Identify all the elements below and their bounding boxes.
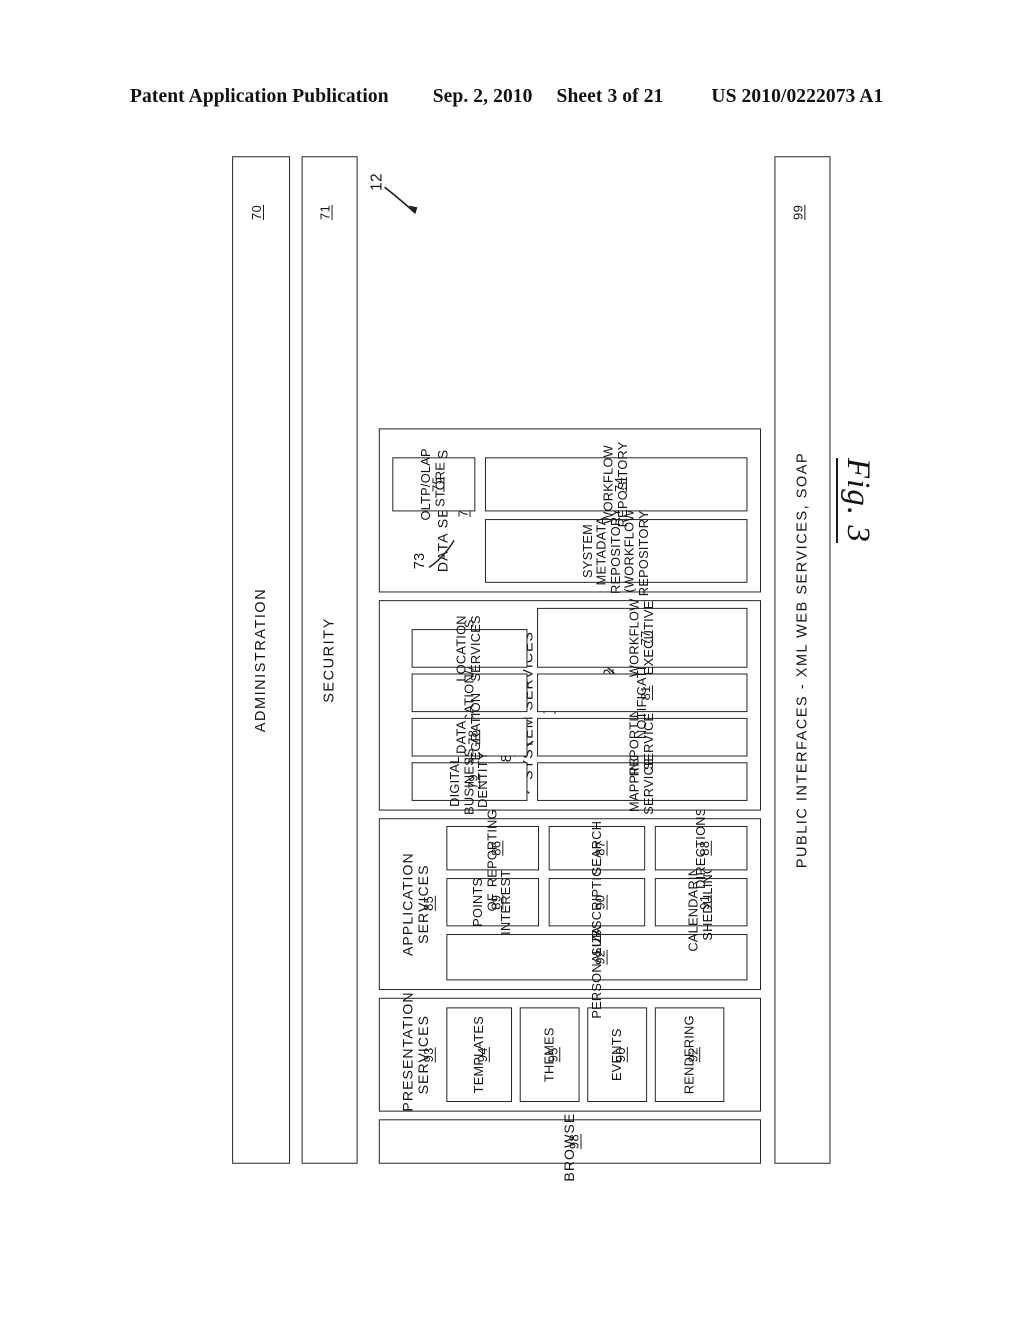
calendaring-scheduling-ref: 91 (696, 894, 712, 910)
figure-caption-underline (836, 458, 838, 543)
figure-caption-text: Fig. 3 (840, 458, 876, 543)
events-ref: 96 (612, 1047, 628, 1063)
directions-ref: 88 (696, 840, 712, 856)
public-interfaces-label-wrap: PUBLIC INTERFACES - XML WEB SERVICES, SO… (774, 156, 830, 1163)
system-reference-arrow (384, 186, 418, 214)
reporting-label-wrap: REPORTING 86 (446, 809, 539, 887)
figure-caption-wrap: Fig. 3 (746, 458, 936, 543)
search-label-wrap: SEARCH 87 (549, 821, 646, 876)
workflow-repository-label-wrap: WORKFLOW REPOSITORY 74 (485, 441, 747, 527)
subscriptions-label-wrap: SUBSCRIPTIONS 90 (549, 848, 646, 956)
rendering-label-wrap: RENDERING 92 (655, 1007, 724, 1102)
rendering-ref: 92 (685, 1047, 700, 1063)
points-of-interest-ref: 89 (488, 894, 503, 910)
administration-ref: 70 (249, 204, 264, 220)
security-label: SECURITY (320, 617, 338, 703)
events-label-wrap: EVENTS 96 (587, 1007, 647, 1102)
figure-3: ADMINISTRATION 70 SECURITY 71 12 BROWSER… (0, 0, 1024, 1320)
notification-label-wrap: NOTIFICATION 81 (537, 647, 747, 739)
security-label-wrap: SECURITY (302, 156, 358, 1163)
workflow-repository-ref: 74 (611, 476, 627, 492)
figure-caption: Fig. 3 (836, 458, 876, 543)
administration-label: ADMINISTRATION (252, 587, 269, 733)
administration-label-wrap: ADMINISTRATION (232, 156, 290, 1163)
workflow-executive-label-wrap: WORKFLOW EXECUTIVE 77 (537, 598, 747, 677)
reporting-ref: 86 (488, 840, 503, 856)
search-ref: 87 (592, 840, 608, 856)
themes-ref: 95 (545, 1047, 560, 1063)
templates-label-wrap: TEMPLATES 94 (446, 1007, 512, 1102)
oltp-olap-store-label-wrap: OLTP/OLAP STORE 75 (392, 448, 475, 520)
location-services-label-wrap: LOCATION SERVICES (412, 615, 528, 681)
browser-label-wrap: BROWSER 98 (379, 1101, 761, 1181)
templates-ref: 94 (474, 1047, 490, 1063)
themes-label-wrap: THEMES 95 (520, 1007, 580, 1102)
public-interfaces-ref: 99 (790, 204, 806, 220)
subscriptions-ref: 90 (592, 894, 608, 910)
oltp-olap-store-ref: 75 (429, 476, 444, 492)
security-ref: 71 (318, 204, 333, 220)
notification-ref: 81 (637, 685, 653, 701)
directions-label-wrap: DIRECTIONS 88 (655, 807, 748, 888)
digital-business-identity-label-wrap: DIGITAL BUSINESS IDENTITY 79 (412, 748, 528, 815)
application-services-ref: 85 (421, 895, 436, 911)
system-metadata-repository-label-wrap: SYSTEM METADATA REPOSITORY (WORKFLOW REP… (485, 506, 747, 596)
data-integration-ref: 78 (465, 729, 480, 745)
browser-ref: 98 (566, 1133, 581, 1150)
location-services-label: LOCATION SERVICES (454, 615, 484, 682)
workflow-executive-ref: 77 (637, 630, 653, 646)
digital-business-identity-ref: 79 (465, 774, 480, 790)
presentation-services-ref: 93 (421, 1047, 436, 1063)
